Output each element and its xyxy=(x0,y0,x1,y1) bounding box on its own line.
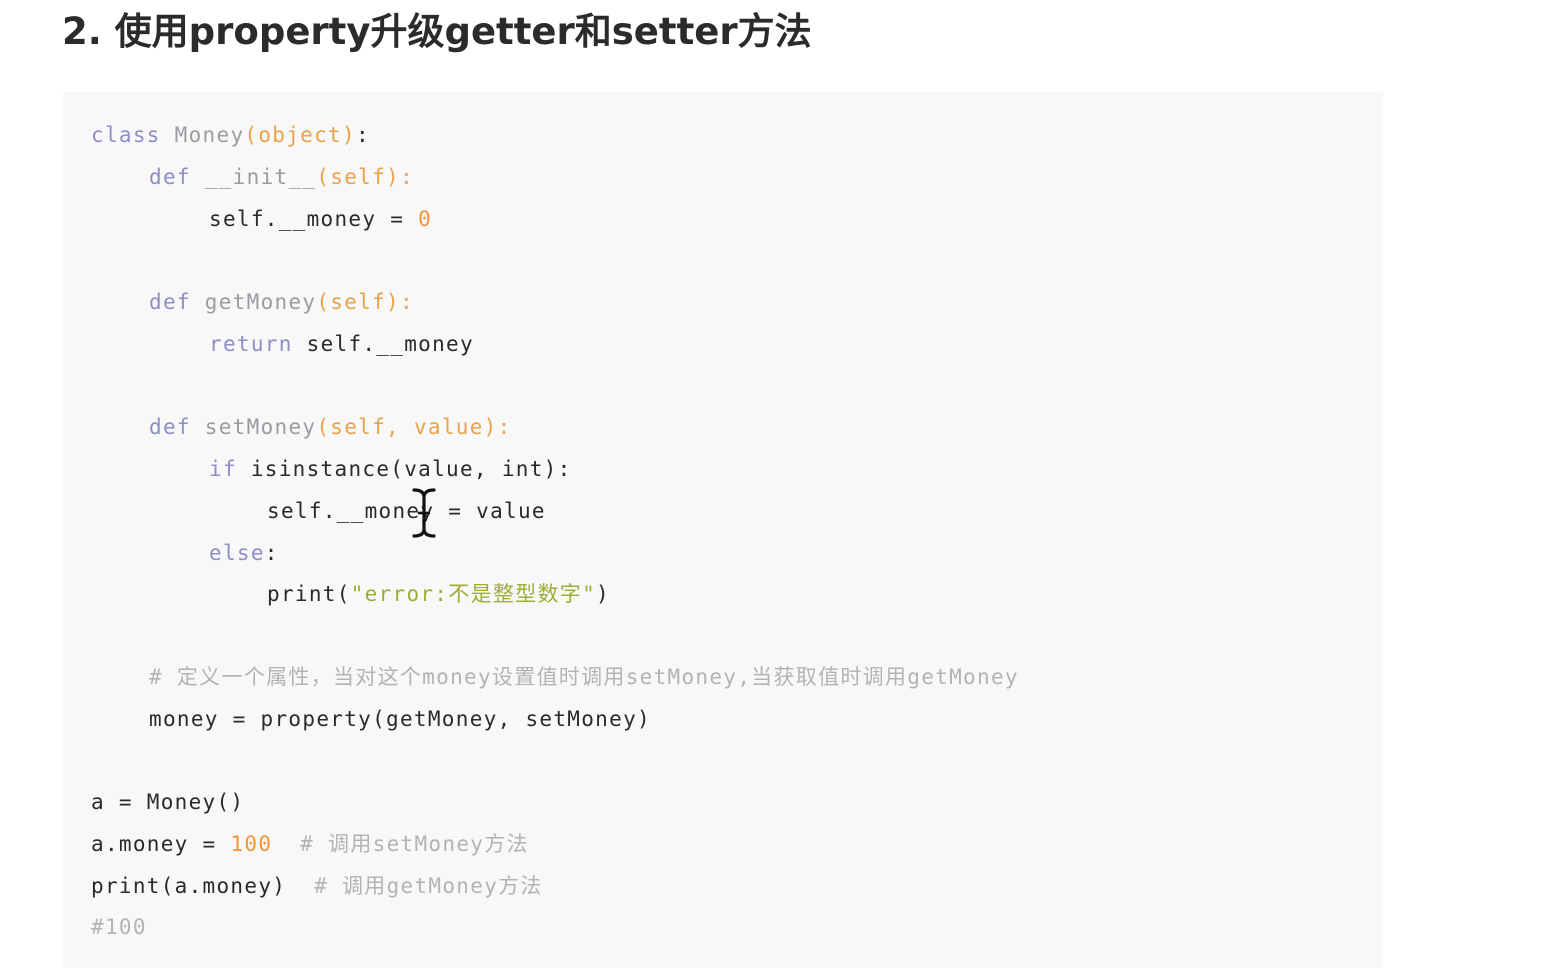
code-block[interactable]: class Money(object): def __init__(self):… xyxy=(63,92,1383,968)
code-line-print-money: print(a.money) # 调用getMoney方法 xyxy=(91,865,543,907)
comment: # 调用setMoney方法 xyxy=(300,832,529,856)
statement: ) xyxy=(596,582,610,606)
keyword: if xyxy=(209,457,237,481)
function-params: (self, value) xyxy=(316,415,498,439)
statement: print(a.money) xyxy=(91,874,287,898)
string-literal: "error:不是整型数字" xyxy=(350,582,597,606)
code-line-else: else: xyxy=(209,532,279,574)
function-params: (self) xyxy=(316,290,401,314)
colon: : xyxy=(400,165,414,189)
code-line-property: money = property(getMoney, setMoney) xyxy=(149,698,651,740)
statement: self.__money = xyxy=(209,207,419,231)
text-cursor-ibeam-icon xyxy=(412,488,436,538)
code-line-return: return self.__money xyxy=(209,323,474,365)
keyword: return xyxy=(209,332,293,356)
colon: : xyxy=(497,415,512,439)
keyword: def xyxy=(149,290,191,314)
function-name: setMoney xyxy=(204,415,317,439)
statement: money = property(getMoney, setMoney) xyxy=(149,707,651,731)
statement: a = Money() xyxy=(91,790,245,814)
code-line-init-def: def __init__(self): xyxy=(149,156,414,198)
statement: print( xyxy=(267,582,351,606)
code-line-setmoney-def: def setMoney(self, value): xyxy=(149,406,512,448)
number-literal: 100 xyxy=(230,832,273,856)
code-line-print-error: print("error:不是整型数字") xyxy=(267,573,610,615)
comment: # 调用getMoney方法 xyxy=(314,874,543,898)
class-name: Money xyxy=(174,123,245,147)
keyword: else xyxy=(209,541,265,565)
function-name: getMoney xyxy=(204,290,317,314)
function-params: (self) xyxy=(316,165,401,189)
code-line-comment-property: # 定义一个属性，当对这个money设置值时调用setMoney,当获取值时调用… xyxy=(149,656,1019,698)
code-line-instantiate: a = Money() xyxy=(91,781,244,823)
keyword: def xyxy=(149,415,191,439)
code-line-output-comment: #100 xyxy=(91,906,147,948)
class-bases: (object) xyxy=(244,123,356,147)
page-title: 2. 使用property升级getter和setter方法 xyxy=(62,10,812,53)
comment: #100 xyxy=(91,915,147,939)
colon: : xyxy=(355,123,370,147)
statement: self.__money = value xyxy=(267,499,546,523)
code-line-class-def: class Money(object): xyxy=(91,114,370,156)
colon: : xyxy=(400,290,414,314)
code-line-if: if isinstance(value, int): xyxy=(209,448,572,490)
code-line-getmoney-def: def getMoney(self): xyxy=(149,281,414,323)
statement: isinstance(value, int): xyxy=(250,457,572,481)
code-line-init-body: self.__money = 0 xyxy=(209,198,432,240)
code-line-set-money: a.money = 100 # 调用setMoney方法 xyxy=(91,823,529,865)
keyword: def xyxy=(149,165,191,189)
number-literal: 0 xyxy=(418,207,433,231)
function-name: __init__ xyxy=(204,165,317,189)
code-line-assign: self.__money = value xyxy=(267,490,546,532)
statement: self.__money xyxy=(306,332,474,356)
keyword: class xyxy=(91,123,161,147)
colon: : xyxy=(264,541,279,565)
comment: # 定义一个属性，当对这个money设置值时调用setMoney,当获取值时调用… xyxy=(149,665,1019,689)
statement: a.money = xyxy=(91,832,231,856)
